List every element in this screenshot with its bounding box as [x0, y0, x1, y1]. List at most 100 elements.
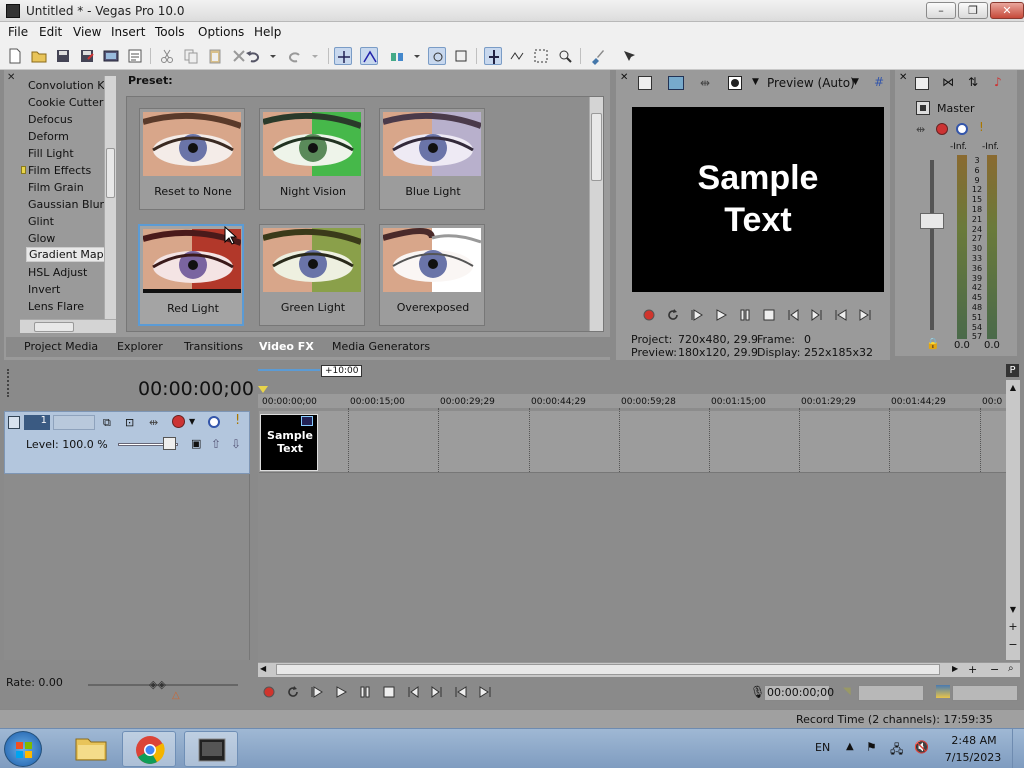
ripple-dropdown-icon[interactable] [408, 47, 426, 65]
track-list-empty-area[interactable] [4, 474, 250, 660]
menu-help[interactable]: Help [254, 25, 281, 39]
cut-icon[interactable] [158, 47, 176, 65]
go-to-start-icon[interactable] [786, 308, 800, 322]
preset-blue-light[interactable]: Blue Light [379, 108, 485, 210]
taskbar-chrome[interactable] [122, 731, 176, 767]
fx-list-horizontal-scrollbar[interactable] [20, 319, 116, 333]
preset-night-vision[interactable]: Night Vision [259, 108, 365, 210]
maximize-button[interactable]: ❐ [958, 2, 988, 19]
move-up-icon[interactable]: ⇧ [211, 437, 221, 451]
zoom-in-vertical-icon[interactable]: + [1007, 620, 1019, 634]
video-track-header[interactable]: 1 ⧉ ⊡ ⇹ ▼ ! Level: 100.0 % ▣ ⇧ ⇩ [4, 411, 250, 474]
composite-mode-icon[interactable]: ⧉ [103, 416, 111, 430]
zoom-in-horizontal-icon[interactable]: + [968, 663, 977, 676]
clock-date[interactable]: 7/15/2023 [940, 751, 1006, 764]
move-down-icon[interactable]: ⇩ [231, 437, 241, 451]
timeline-vertical-scrollbar[interactable]: ▲ ▼ + − [1006, 380, 1020, 660]
split-dropdown-icon[interactable]: ▼ [752, 77, 759, 87]
track-fx-gear-icon[interactable] [172, 415, 185, 428]
master-fx-gear-icon[interactable] [936, 123, 948, 135]
video-clip-sample-text[interactable]: Sample Text [260, 414, 318, 471]
tab-transitions[interactable]: Transitions [184, 340, 243, 353]
mute-track-icon[interactable] [208, 416, 220, 428]
snapping-icon[interactable] [334, 47, 352, 65]
zoom-out-vertical-icon[interactable]: − [1007, 638, 1019, 652]
fx-item-selected[interactable]: Gradient Map [26, 247, 107, 262]
language-indicator[interactable]: EN [815, 741, 830, 754]
undo-dropdown-icon[interactable] [264, 47, 282, 65]
fx-list-hscroll-thumb[interactable] [34, 322, 74, 332]
properties-icon[interactable] [126, 47, 144, 65]
brush-icon[interactable] [588, 47, 606, 65]
master-fader-handle[interactable] [920, 213, 944, 229]
cursor-time-field[interactable]: 00:00:00;00 [764, 685, 834, 701]
open-folder-icon[interactable] [30, 47, 48, 65]
tab-media-generators[interactable]: Media Generators [332, 340, 430, 353]
save-as-icon[interactable] [78, 47, 96, 65]
taskbar-vegas-pro[interactable] [184, 731, 238, 767]
normal-edit-tool-icon[interactable] [484, 47, 502, 65]
track-fx-dropdown-icon[interactable]: ▼ [189, 417, 195, 426]
show-desktop-button[interactable] [1012, 729, 1024, 768]
lock-envelopes-icon[interactable] [428, 47, 446, 65]
redo-icon[interactable] [286, 47, 304, 65]
scroll-down-icon[interactable]: ▼ [1007, 604, 1019, 616]
copy-icon[interactable] [182, 47, 200, 65]
undo-icon[interactable] [244, 47, 262, 65]
selection-start-field[interactable] [858, 685, 924, 701]
fx-list-scroll-thumb[interactable] [106, 148, 115, 198]
tab-video-fx[interactable]: Video FX [259, 340, 314, 353]
menu-edit[interactable]: Edit [39, 25, 62, 39]
rate-slider-handle-icon[interactable]: ◈◈ [149, 678, 166, 691]
preview-close-icon[interactable]: ✕ [620, 72, 628, 83]
dim-output-icon[interactable]: ⇅ [968, 75, 978, 89]
preview-quality-dropdown[interactable]: Preview (Auto) [767, 76, 855, 90]
go-to-end-icon[interactable] [810, 308, 824, 322]
menu-file[interactable]: File [8, 25, 28, 39]
downmix-icon[interactable]: ⋈ [942, 75, 954, 89]
fx-item[interactable]: Defocus [28, 113, 73, 126]
network-icon[interactable]: 🖧 [890, 740, 903, 761]
record-icon[interactable] [262, 685, 276, 699]
marker-icon[interactable] [258, 386, 268, 393]
play-from-start-icon[interactable] [690, 308, 704, 322]
preset-reset-to-none[interactable]: Reset to None [139, 108, 245, 210]
menu-view[interactable]: View [73, 25, 101, 39]
save-icon[interactable] [54, 47, 72, 65]
selection-tool-icon[interactable] [532, 47, 550, 65]
master-close-icon[interactable]: ✕ [899, 72, 907, 83]
preset-scroll-thumb[interactable] [591, 113, 602, 181]
record-icon[interactable] [642, 308, 656, 322]
zoom-tool-icon[interactable] [556, 47, 574, 65]
master-solo-icon[interactable]: ! [979, 120, 984, 134]
render-icon[interactable] [102, 47, 120, 65]
loop-icon[interactable] [286, 685, 300, 699]
clip-fx-icon[interactable] [301, 416, 313, 426]
fx-item[interactable]: Glint [28, 215, 54, 228]
zoom-out-horizontal-icon[interactable]: − [990, 663, 999, 676]
next-frame-icon[interactable] [478, 685, 492, 699]
go-to-start-icon[interactable] [406, 685, 420, 699]
master-lock-icon[interactable]: 🔒 [926, 337, 940, 350]
mute-output-icon[interactable]: ♪ [994, 75, 1002, 89]
fx-item[interactable]: Glow [28, 232, 55, 245]
pause-icon[interactable] [358, 685, 372, 699]
master-fx-icon[interactable]: ⇹ [916, 123, 925, 136]
whats-this-help-icon[interactable] [620, 47, 638, 65]
menu-options[interactable]: Options [198, 25, 244, 39]
fx-item[interactable]: Invert [28, 283, 60, 296]
start-button[interactable] [4, 731, 42, 767]
minimize-button[interactable]: – [926, 2, 956, 19]
external-monitor-icon[interactable] [668, 76, 684, 90]
preset-overexposed[interactable]: Overexposed [379, 224, 485, 326]
previous-frame-icon[interactable] [454, 685, 468, 699]
solo-track-icon[interactable]: ! [235, 413, 240, 428]
dock-close-icon[interactable]: ✕ [7, 72, 15, 83]
menu-tools[interactable]: Tools [155, 25, 185, 39]
fx-item[interactable]: Cookie Cutter [28, 96, 103, 109]
preview-fx-icon[interactable]: ⇹ [700, 76, 710, 90]
ignore-grouping-icon[interactable] [452, 47, 470, 65]
fx-item[interactable]: HSL Adjust [28, 266, 87, 279]
zoom-tool-small-icon[interactable]: ⌕ [1008, 663, 1014, 674]
close-button[interactable]: ✕ [990, 2, 1024, 19]
